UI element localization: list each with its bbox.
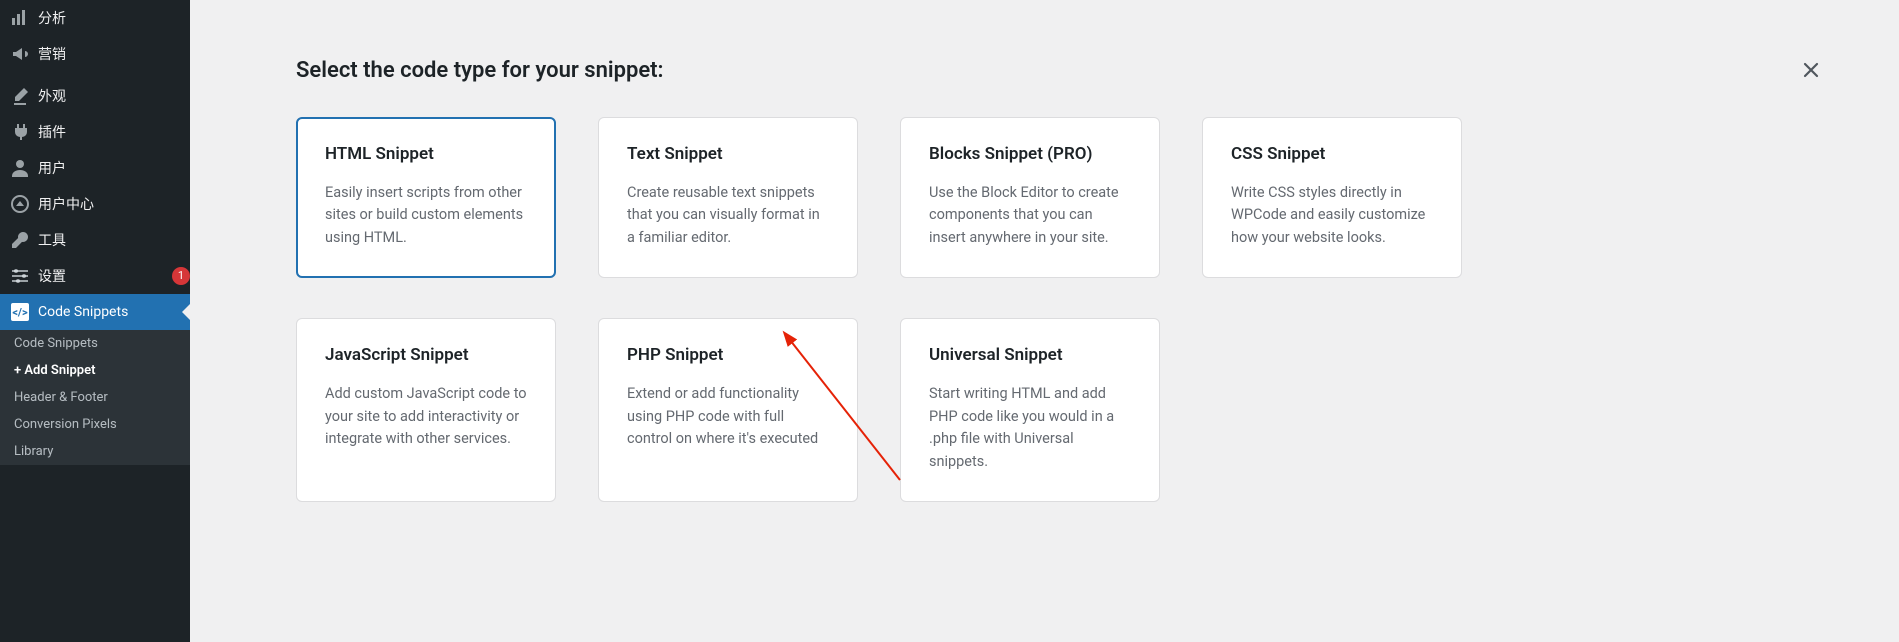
submenu-item-add-snippet[interactable]: + Add Snippet xyxy=(0,357,190,384)
wrench-icon xyxy=(10,230,30,250)
dashboard-icon xyxy=(10,194,30,214)
update-badge: 1 xyxy=(172,267,190,285)
page-title: Select the code type for your snippet: xyxy=(296,58,1843,83)
card-description: Extend or add functionality using PHP co… xyxy=(627,383,829,450)
sliders-icon xyxy=(10,266,30,286)
sidebar-item-label: 插件 xyxy=(38,122,190,142)
sidebar-item-label: 用户 xyxy=(38,158,190,178)
card-title: HTML Snippet xyxy=(325,144,527,164)
card-description: Easily insert scripts from other sites o… xyxy=(325,182,527,249)
submenu-item-library[interactable]: Library xyxy=(0,438,190,465)
close-button[interactable] xyxy=(1795,54,1827,86)
sidebar-item-label: Code Snippets xyxy=(38,304,190,320)
sidebar-item-appearance[interactable]: 外观 xyxy=(0,78,190,114)
sidebar-item-label: 用户中心 xyxy=(38,194,190,214)
user-icon xyxy=(10,158,30,178)
card-title: CSS Snippet xyxy=(1231,144,1433,164)
brush-icon xyxy=(10,86,30,106)
card-html-snippet[interactable]: HTML Snippet Easily insert scripts from … xyxy=(296,117,556,278)
card-description: Use the Block Editor to create component… xyxy=(929,182,1131,249)
main-content: Select the code type for your snippet: H… xyxy=(190,0,1899,642)
card-description: Add custom JavaScript code to your site … xyxy=(325,383,527,450)
sidebar-item-user-center[interactable]: 用户中心 xyxy=(0,186,190,222)
plug-icon xyxy=(10,122,30,142)
sidebar-item-label: 分析 xyxy=(38,8,190,28)
sidebar-item-label: 工具 xyxy=(38,230,190,250)
sidebar-item-analytics[interactable]: 分析 xyxy=(0,0,190,36)
sidebar-item-label: 外观 xyxy=(38,86,190,106)
card-description: Create reusable text snippets that you c… xyxy=(627,182,829,249)
submenu-item-code-snippets[interactable]: Code Snippets xyxy=(0,330,190,357)
sidebar-item-tools[interactable]: 工具 xyxy=(0,222,190,258)
card-title: Text Snippet xyxy=(627,144,829,164)
svg-text:</>: </> xyxy=(12,306,28,319)
card-title: JavaScript Snippet xyxy=(325,345,527,365)
chart-bar-icon xyxy=(10,8,30,28)
card-description: Write CSS styles directly in WPCode and … xyxy=(1231,182,1433,249)
card-javascript-snippet[interactable]: JavaScript Snippet Add custom JavaScript… xyxy=(296,318,556,502)
close-icon xyxy=(1801,60,1821,80)
card-description: Start writing HTML and add PHP code like… xyxy=(929,383,1131,473)
sidebar-submenu: Code Snippets + Add Snippet Header & Foo… xyxy=(0,330,190,465)
card-text-snippet[interactable]: Text Snippet Create reusable text snippe… xyxy=(598,117,858,278)
sidebar-item-settings[interactable]: 设置 1 xyxy=(0,258,190,294)
card-title: Universal Snippet xyxy=(929,345,1131,365)
sidebar-item-code-snippets[interactable]: </> Code Snippets xyxy=(0,294,190,330)
sidebar-item-users[interactable]: 用户 xyxy=(0,150,190,186)
card-universal-snippet[interactable]: Universal Snippet Start writing HTML and… xyxy=(900,318,1160,502)
snippet-type-cards: HTML Snippet Easily insert scripts from … xyxy=(296,117,1843,502)
submenu-item-conversion-pixels[interactable]: Conversion Pixels xyxy=(0,411,190,438)
admin-sidebar: 分析 营销 外观 插件 用户 用户中心 工具 xyxy=(0,0,190,642)
sidebar-item-plugins[interactable]: 插件 xyxy=(0,114,190,150)
card-blocks-snippet[interactable]: Blocks Snippet (PRO) Use the Block Edito… xyxy=(900,117,1160,278)
card-css-snippet[interactable]: CSS Snippet Write CSS styles directly in… xyxy=(1202,117,1462,278)
card-php-snippet[interactable]: PHP Snippet Extend or add functionality … xyxy=(598,318,858,502)
megaphone-icon xyxy=(10,44,30,64)
sidebar-item-label: 设置 xyxy=(38,266,168,286)
card-title: PHP Snippet xyxy=(627,345,829,365)
submenu-item-header-footer[interactable]: Header & Footer xyxy=(0,384,190,411)
code-icon: </> xyxy=(10,302,30,322)
sidebar-item-marketing[interactable]: 营销 xyxy=(0,36,190,72)
sidebar-item-label: 营销 xyxy=(38,44,190,64)
card-title: Blocks Snippet (PRO) xyxy=(929,144,1131,164)
